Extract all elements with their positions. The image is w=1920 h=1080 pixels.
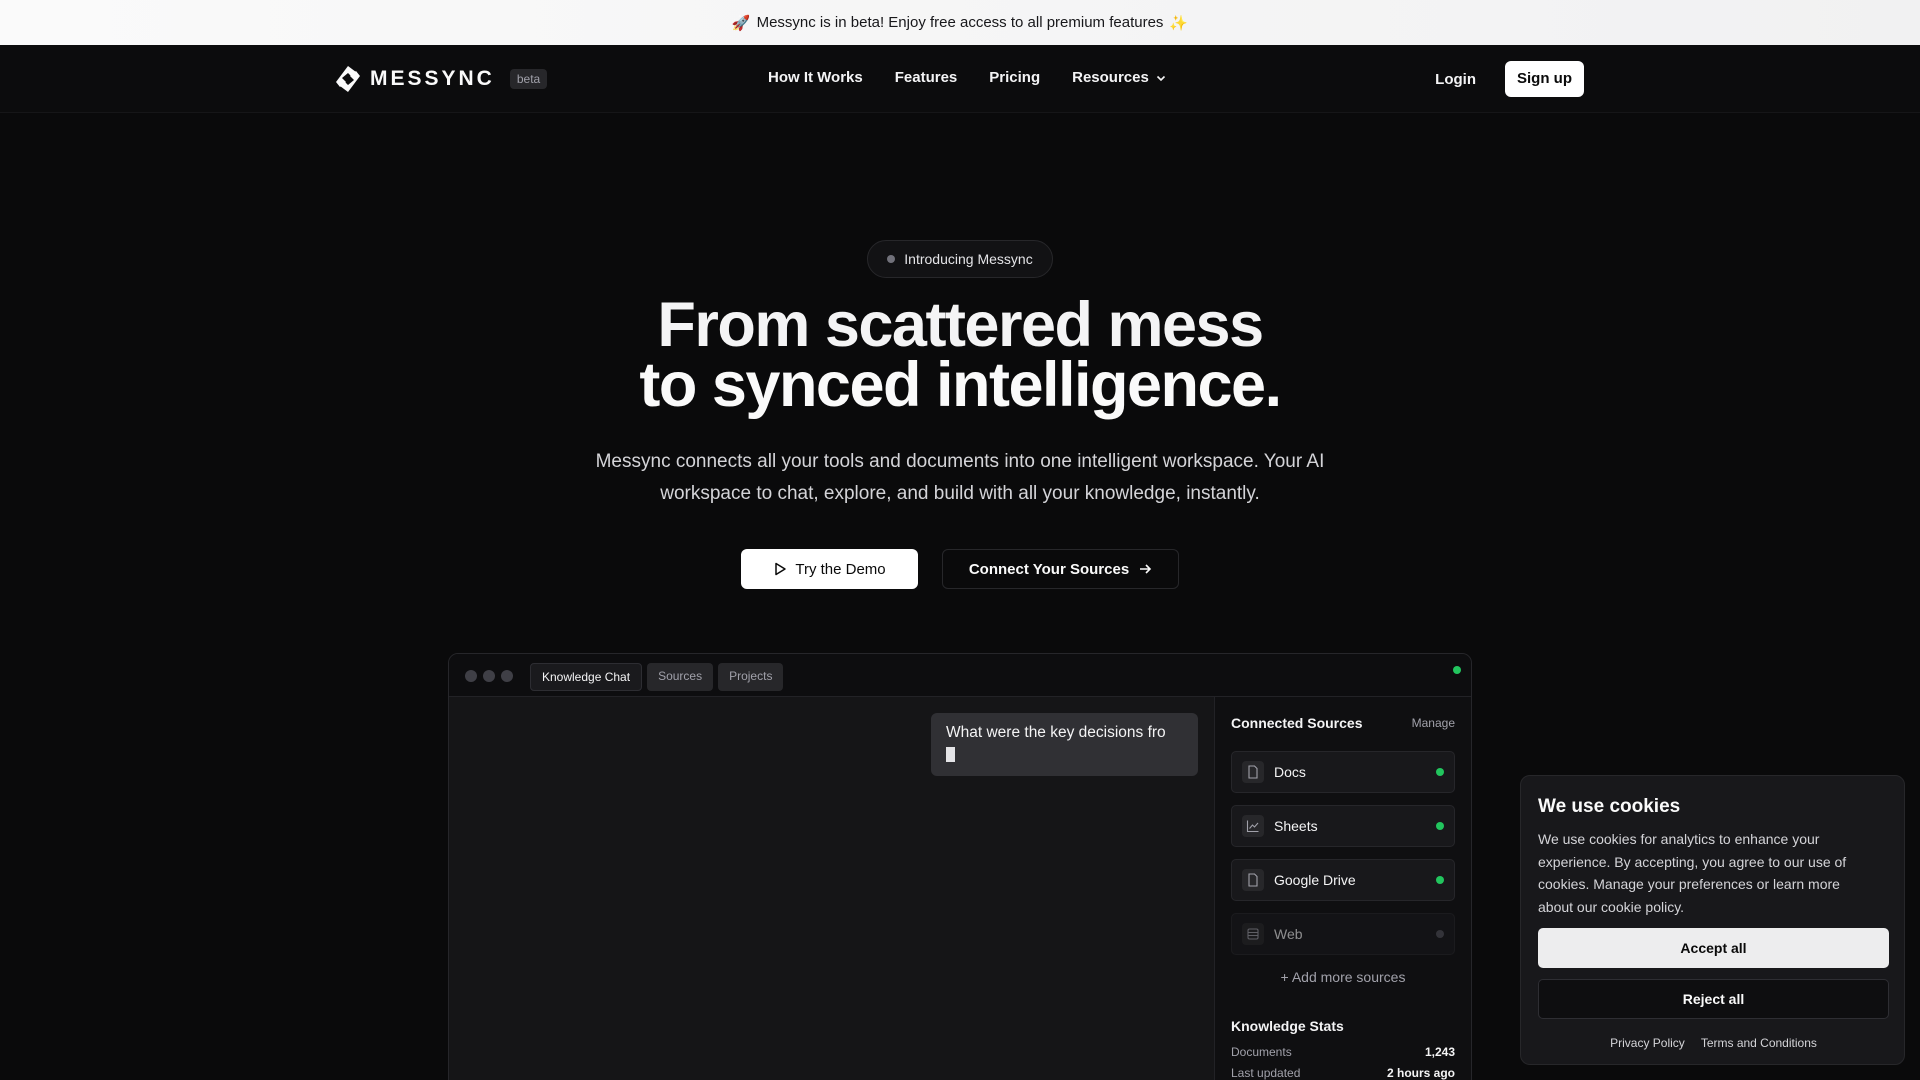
tab-projects[interactable]: Projects: [718, 663, 784, 691]
connected-status-icon: [1436, 822, 1444, 830]
typing-cursor: [946, 747, 955, 762]
source-label: Docs: [1274, 764, 1306, 780]
window-dot-icon: [465, 670, 477, 682]
nav-links: How It Works Features Pricing Resources: [768, 69, 1167, 86]
nav-link-how-it-works[interactable]: How It Works: [768, 69, 863, 86]
login-link[interactable]: Login: [1435, 71, 1476, 88]
database-icon: [1242, 923, 1264, 945]
connect-sources-button[interactable]: Connect Your Sources: [942, 549, 1179, 589]
headline-line-2: to synced intelligence.: [639, 350, 1282, 420]
manage-link[interactable]: Manage: [1412, 716, 1455, 730]
headline-line-1: From scattered mess: [657, 290, 1264, 360]
pill-dot-icon: [887, 255, 896, 263]
app-tabs: Knowledge Chat Sources Projects: [530, 663, 784, 691]
app-preview: Knowledge Chat Sources Projects What wer…: [448, 653, 1472, 1080]
cookie-links: Privacy Policy Terms and Conditions: [1521, 1036, 1906, 1050]
window-dot-icon: [483, 670, 495, 682]
messync-logo-icon: [336, 66, 360, 92]
reject-all-button[interactable]: Reject all: [1538, 979, 1889, 1019]
hero-subtitle: Messync connects all your tools and docu…: [595, 451, 1325, 504]
stat-row-last-updated: Last updated 2 hours ago: [1231, 1066, 1455, 1080]
sources-sidebar: Connected Sources Manage Docs Sheets Goo…: [1214, 697, 1471, 1080]
stat-label: Documents: [1231, 1045, 1292, 1059]
rocket-icon: 🚀: [731, 14, 751, 32]
try-demo-button[interactable]: Try the Demo: [741, 549, 918, 589]
terms-link[interactable]: Terms and Conditions: [1701, 1036, 1817, 1050]
logo[interactable]: MESSYNC beta: [335, 65, 548, 93]
connected-status-icon: [1436, 768, 1444, 776]
logo-text: MESSYNC: [370, 67, 495, 90]
cookie-banner: We use cookies We use cookies for analyt…: [1520, 775, 1905, 1065]
nav-actions: Login Sign up: [1435, 61, 1584, 97]
source-item-web[interactable]: Web: [1231, 913, 1455, 955]
source-item-sheets[interactable]: Sheets: [1231, 805, 1455, 847]
cookie-body: We use cookies for analytics to enhance …: [1538, 831, 1847, 915]
knowledge-stats-title: Knowledge Stats: [1231, 1018, 1344, 1034]
intro-pill-text: Introducing Messync: [904, 251, 1033, 267]
window-dots: [465, 670, 513, 682]
sparkle-icon: ✨: [1169, 14, 1189, 32]
play-icon: [775, 562, 787, 576]
announcement-bar: 🚀 Messync is in beta! Enjoy free access …: [0, 0, 1920, 45]
hero-headline: From scattered mess to synced intelligen…: [560, 290, 1360, 420]
source-label: Sheets: [1274, 818, 1318, 834]
stat-label: Last updated: [1231, 1066, 1301, 1080]
chat-area: What were the key decisions fro: [449, 697, 1214, 1080]
nav-link-resources[interactable]: Resources: [1072, 69, 1167, 86]
source-item-google-drive[interactable]: Google Drive: [1231, 859, 1455, 901]
stat-value: 1,243: [1424, 1045, 1455, 1059]
stat-row-documents: Documents 1,243: [1231, 1045, 1455, 1059]
tab-knowledge-chat[interactable]: Knowledge Chat: [530, 663, 643, 691]
top-nav: MESSYNC beta How It Works Features Prici…: [0, 45, 1920, 113]
beta-badge: beta: [509, 69, 548, 89]
chat-message-bubble: What were the key decisions fro: [931, 713, 1198, 776]
app-titlebar: Knowledge Chat Sources Projects: [449, 654, 1471, 697]
arrow-right-icon: [1140, 564, 1152, 574]
tab-sources[interactable]: Sources: [647, 663, 714, 691]
chart-icon: [1242, 815, 1264, 837]
try-demo-label: Try the Demo: [795, 560, 886, 578]
sources-header: Connected Sources Manage: [1231, 715, 1455, 731]
announcement-text: Messync is in beta! Enjoy free access to…: [756, 14, 1164, 31]
disconnected-status-icon: [1436, 930, 1444, 938]
source-label: Google Drive: [1274, 872, 1356, 888]
source-item-docs[interactable]: Docs: [1231, 751, 1455, 793]
intro-pill: Introducing Messync: [867, 240, 1053, 278]
chat-message-text: What were the key decisions fro: [946, 724, 1166, 741]
connected-status-icon: [1436, 876, 1444, 884]
add-more-sources-button[interactable]: + Add more sources: [1231, 969, 1455, 985]
nav-link-features[interactable]: Features: [895, 69, 958, 86]
nav-link-pricing[interactable]: Pricing: [989, 69, 1040, 86]
sources-title: Connected Sources: [1231, 715, 1363, 731]
online-status-icon: [1453, 666, 1461, 674]
stat-value: 2 hours ago: [1386, 1066, 1455, 1080]
document-icon: [1242, 761, 1264, 783]
privacy-policy-link[interactable]: Privacy Policy: [1610, 1036, 1685, 1050]
document-icon: [1242, 869, 1264, 891]
connect-sources-label: Connect Your Sources: [968, 560, 1130, 578]
window-dot-icon: [501, 670, 513, 682]
source-label: Web: [1274, 926, 1303, 942]
cookie-title: We use cookies: [1538, 796, 1681, 817]
accept-all-button[interactable]: Accept all: [1538, 928, 1889, 968]
chevron-down-icon: [1156, 75, 1165, 81]
signup-button[interactable]: Sign up: [1505, 61, 1584, 97]
